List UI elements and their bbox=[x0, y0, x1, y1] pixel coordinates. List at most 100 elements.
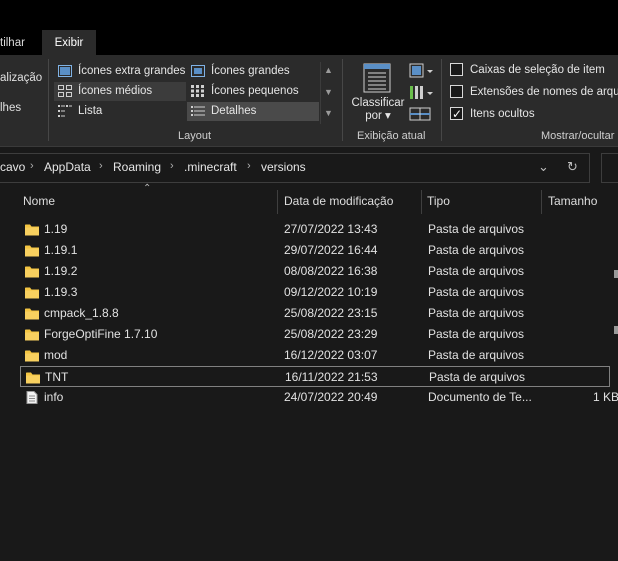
file-size bbox=[549, 261, 618, 282]
breadcrumb-chevron-icon[interactable]: › bbox=[30, 160, 34, 172]
file-type: Pasta de arquivos bbox=[428, 327, 525, 341]
column-header-date[interactable]: Data de modificação bbox=[278, 186, 421, 216]
column-header-size[interactable]: Tamanho bbox=[542, 186, 618, 216]
file-size bbox=[549, 282, 618, 303]
file-type: Documento de Te... bbox=[428, 390, 532, 404]
folder-icon bbox=[26, 372, 40, 384]
column-header-type[interactable]: Tipo bbox=[421, 186, 541, 216]
ribbon-separator bbox=[48, 59, 49, 141]
file-extensions-toggle[interactable]: Extensões de nomes de arquivos bbox=[450, 83, 618, 101]
file-type: Pasta de arquivos bbox=[428, 222, 525, 236]
ribbon-left-item-2[interactable]: lhes bbox=[0, 102, 21, 114]
layout-list-label: Lista bbox=[78, 105, 103, 117]
layout-large-icons[interactable]: Ícones grandes bbox=[187, 62, 319, 81]
folder-icon bbox=[25, 308, 39, 320]
breadcrumb-roaming[interactable]: Roaming bbox=[113, 160, 161, 174]
sort-by-label: Classificar por ▾ bbox=[350, 97, 406, 123]
ribbon-left-item-1[interactable]: alização bbox=[0, 72, 42, 84]
file-type: Pasta de arquivos bbox=[428, 243, 525, 257]
file-row[interactable]: cmpack_1.8.8 25/08/2022 23:15 Pasta de arq… bbox=[20, 303, 610, 324]
sort-by-button[interactable]: Classificar por ▾ bbox=[350, 63, 406, 125]
layout-list[interactable]: Lista bbox=[54, 102, 186, 121]
folder-icon bbox=[25, 329, 39, 341]
address-bar-area: cavo › AppData › Roaming › .minecraft › … bbox=[0, 148, 618, 186]
hidden-items-toggle[interactable]: Itens ocultos bbox=[450, 105, 535, 123]
layout-small-icons[interactable]: Ícones pequenos bbox=[187, 82, 319, 101]
file-date: 08/08/2022 16:38 bbox=[284, 264, 378, 278]
layout-gallery-scroller[interactable]: ▲ ▼ ▼ bbox=[320, 62, 336, 124]
file-row[interactable]: 1.19 27/07/2022 13:43 Pasta de arquivos bbox=[20, 219, 610, 240]
breadcrumb-chevron-icon[interactable]: › bbox=[247, 160, 251, 172]
layout-medium-icons[interactable]: Ícones médios bbox=[54, 82, 186, 101]
large-icons-icon bbox=[191, 65, 205, 77]
file-row[interactable]: TNT 16/11/2022 21:53 Pasta de arquivos bbox=[20, 366, 610, 387]
file-extensions-checkbox[interactable] bbox=[450, 85, 463, 98]
file-date: 09/12/2022 10:19 bbox=[284, 285, 378, 299]
title-bar bbox=[0, 0, 618, 30]
refresh-icon[interactable]: ↻ bbox=[567, 159, 578, 175]
size-columns-to-fit-icon[interactable] bbox=[408, 105, 434, 123]
medium-icons-icon bbox=[58, 85, 72, 97]
layout-small-icons-label: Ícones pequenos bbox=[211, 85, 299, 97]
file-row[interactable]: 1.19.2 08/08/2022 16:38 Pasta de arquivos bbox=[20, 261, 610, 282]
column-date-label: Data de modificação bbox=[284, 194, 394, 208]
file-size bbox=[549, 345, 618, 366]
column-size-label: Tamanho bbox=[548, 194, 598, 208]
address-bar[interactable]: cavo › AppData › Roaming › .minecraft › … bbox=[0, 153, 590, 183]
breadcrumb-chevron-icon[interactable]: › bbox=[170, 160, 174, 172]
file-row[interactable]: mod 16/12/2022 03:07 Pasta de arquivos bbox=[20, 345, 610, 366]
file-date: 29/07/2022 16:44 bbox=[284, 243, 378, 257]
folder-icon bbox=[25, 224, 39, 236]
file-name: cmpack_1.8.8 bbox=[44, 306, 119, 320]
file-extensions-label: Extensões de nomes de arquivos bbox=[470, 86, 618, 98]
file-name: 1.19.2 bbox=[44, 264, 78, 278]
file-row[interactable]: ForgeOptiFine 1.7.10 25/08/2022 23:29 Past… bbox=[20, 324, 610, 345]
tab-view[interactable]: Exibir bbox=[42, 30, 96, 55]
show-hide-group-label: Mostrar/ocultar bbox=[541, 130, 615, 142]
list-view-icon bbox=[58, 105, 72, 117]
hidden-items-label: Itens ocultos bbox=[470, 108, 535, 120]
expand-gallery-icon[interactable]: ▼ bbox=[324, 108, 333, 118]
layout-medium-icons-label: Ícones médios bbox=[78, 85, 153, 97]
folder-icon bbox=[25, 287, 39, 299]
scroll-up-icon[interactable]: ▲ bbox=[324, 65, 333, 75]
breadcrumb-chevron-icon[interactable]: › bbox=[99, 160, 103, 172]
file-date: 25/08/2022 23:15 bbox=[284, 306, 378, 320]
scroll-down-icon[interactable]: ▼ bbox=[324, 87, 333, 97]
file-name: 1.19 bbox=[44, 222, 68, 236]
layout-details[interactable]: Detalhes bbox=[187, 102, 319, 121]
file-row[interactable]: info 24/07/2022 20:49 Documento de Te... 1 … bbox=[20, 387, 618, 408]
details-view-icon bbox=[191, 106, 205, 116]
file-date: 16/11/2022 21:53 bbox=[285, 370, 378, 384]
item-check-boxes-checkbox[interactable] bbox=[450, 63, 463, 76]
layout-extra-large-icons[interactable]: Ícones extra grandes bbox=[54, 62, 186, 81]
file-type: Pasta de arquivos bbox=[428, 306, 525, 320]
file-date: 27/07/2022 13:43 bbox=[284, 222, 378, 236]
file-row[interactable]: 1.19.1 29/07/2022 16:44 Pasta de arquivos bbox=[20, 240, 610, 261]
scrollbar-indicator[interactable] bbox=[614, 270, 618, 278]
breadcrumb-versions[interactable]: versions bbox=[261, 160, 306, 174]
address-history-dropdown-icon[interactable]: ⌄ bbox=[538, 159, 549, 175]
file-type: Pasta de arquivos bbox=[428, 285, 525, 299]
file-size bbox=[549, 219, 618, 240]
breadcrumb-user[interactable]: cavo bbox=[0, 160, 25, 174]
add-columns-icon[interactable] bbox=[408, 84, 434, 102]
layout-extra-large-icons-label: Ícones extra grandes bbox=[78, 65, 186, 77]
ribbon-separator bbox=[441, 59, 442, 141]
sort-by-label-line2: por ▾ bbox=[365, 110, 391, 122]
breadcrumb-minecraft[interactable]: .minecraft bbox=[184, 160, 237, 174]
file-date: 25/08/2022 23:29 bbox=[284, 327, 378, 341]
extra-large-icons-icon bbox=[58, 65, 72, 77]
search-box[interactable] bbox=[601, 153, 618, 183]
item-check-boxes-toggle[interactable]: Caixas de seleção de item bbox=[450, 61, 605, 79]
tab-share[interactable]: tilhar bbox=[0, 30, 40, 55]
group-by-icon[interactable] bbox=[408, 62, 434, 80]
sort-by-label-line1: Classificar bbox=[351, 97, 405, 109]
scrollbar-indicator[interactable] bbox=[614, 326, 618, 334]
folder-icon bbox=[25, 245, 39, 257]
file-row[interactable]: 1.19.3 09/12/2022 10:19 Pasta de arquivos bbox=[20, 282, 610, 303]
file-name: ForgeOptiFine 1.7.10 bbox=[44, 327, 158, 341]
breadcrumb-appdata[interactable]: AppData bbox=[44, 160, 91, 174]
ribbon-separator bbox=[342, 59, 343, 141]
hidden-items-checkbox[interactable] bbox=[450, 105, 463, 123]
